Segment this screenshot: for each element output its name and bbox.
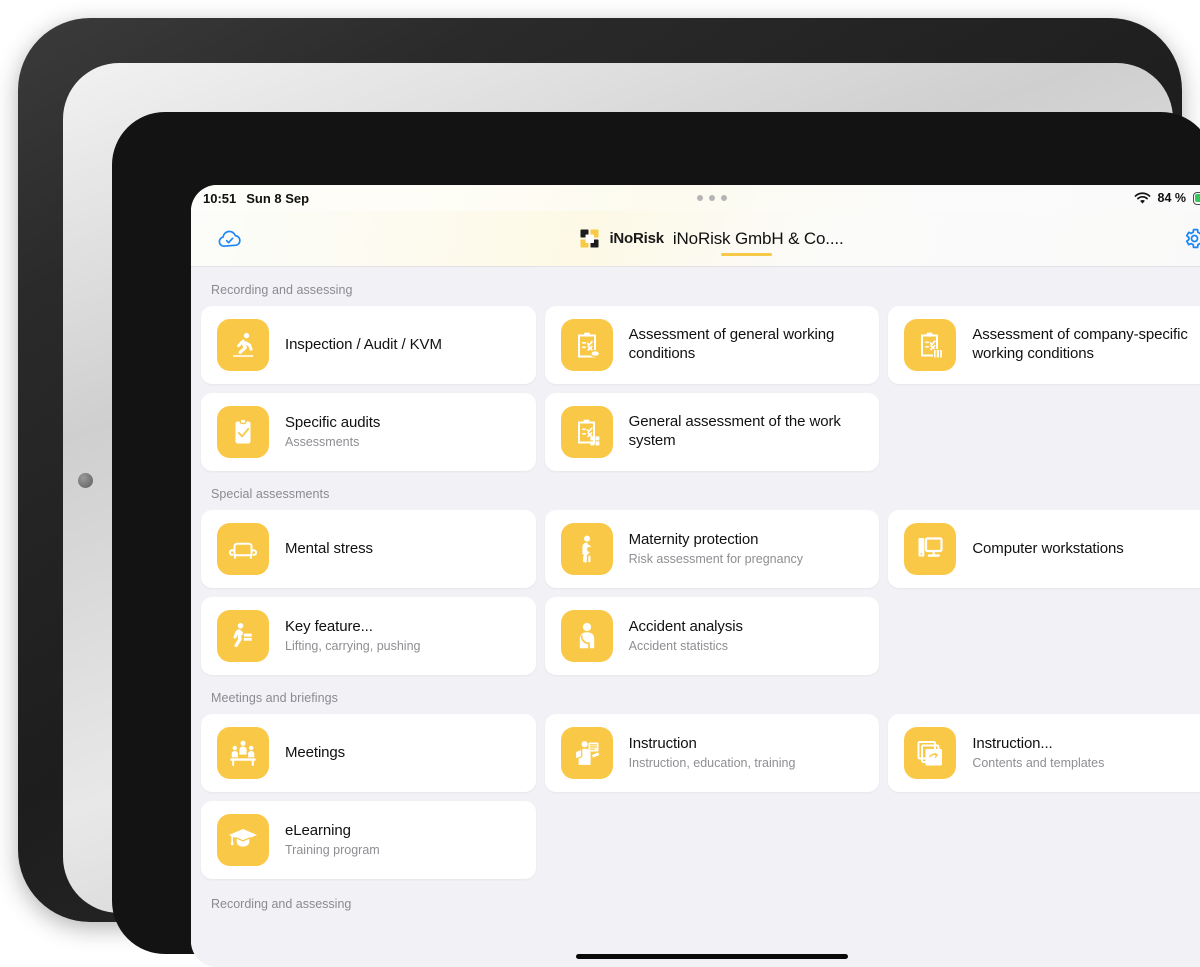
app-content-scroll[interactable]: Recording and assessing <box>191 267 1200 967</box>
card-subtitle: Risk assessment for pregnancy <box>629 551 803 567</box>
logo-wordmark: iNoRisk <box>609 230 663 247</box>
pregnant-person-icon <box>561 523 613 575</box>
card-text: Key feature... Lifting, carrying, pushin… <box>285 618 421 655</box>
card-title: Maternity protection <box>629 531 803 550</box>
card-assessment-company-specific-working-conditions[interactable]: Assessment of company-specific working c… <box>888 306 1200 384</box>
clipboard-check-grid-icon <box>561 406 613 458</box>
card-title: Assessment of company-specific working c… <box>972 326 1200 364</box>
tablet-rim: 10:51 Sun 8 Sep <box>63 63 1173 913</box>
card-key-feature[interactable]: Key feature... Lifting, carrying, pushin… <box>201 597 536 675</box>
tablet-bezel: 10:51 Sun 8 Sep <box>18 18 1182 922</box>
card-inspection-audit-kvm[interactable]: Inspection / Audit / KVM <box>201 306 536 384</box>
card-mental-stress[interactable]: Mental stress <box>201 510 536 588</box>
wifi-icon <box>1134 192 1151 205</box>
status-bar: 10:51 Sun 8 Sep <box>191 185 1200 211</box>
card-title: Inspection / Audit / KVM <box>285 336 442 355</box>
card-general-assessment-work-system[interactable]: General assessment of the work system <box>545 393 880 471</box>
stacked-documents-icon <box>904 727 956 779</box>
card-elearning[interactable]: eLearning Training program <box>201 801 536 879</box>
clipboard-check-building-icon <box>904 319 956 371</box>
card-text: Instruction... Contents and templates <box>972 735 1104 772</box>
card-text: Meetings <box>285 744 345 763</box>
people-at-table-icon <box>217 727 269 779</box>
card-computer-workstations[interactable]: Computer workstations <box>888 510 1200 588</box>
page-title: iNoRisk GmbH & Co.... <box>673 229 844 248</box>
clipboard-check-eraser-icon <box>561 319 613 371</box>
status-date: Sun 8 Sep <box>246 191 309 206</box>
section-title-recording: Recording and assessing <box>201 267 1200 306</box>
card-text: Accident analysis Accident statistics <box>629 618 743 655</box>
card-subtitle: Instruction, education, training <box>629 755 796 771</box>
card-title: General assessment of the work system <box>629 413 864 451</box>
status-bar-right: 84 % ⚡ <box>1134 191 1200 205</box>
section-title-meetings-briefings: Meetings and briefings <box>201 675 1200 714</box>
card-text: Inspection / Audit / KVM <box>285 336 442 355</box>
app-header: iNoRisk iNoRisk GmbH & Co.... <box>191 211 1200 267</box>
multitasking-dots-icon[interactable] <box>697 195 727 201</box>
desktop-monitor-icon <box>904 523 956 575</box>
card-subtitle: Accident statistics <box>629 638 743 654</box>
device-side-button[interactable] <box>78 473 93 488</box>
card-meetings[interactable]: Meetings <box>201 714 536 792</box>
card-maternity-protection[interactable]: Maternity protection Risk assessment for… <box>545 510 880 588</box>
card-specific-audits[interactable]: Specific audits Assessments <box>201 393 536 471</box>
tablet-inner-bezel: 10:51 Sun 8 Sep <box>112 112 1200 954</box>
card-accident-analysis[interactable]: Accident analysis Accident statistics <box>545 597 880 675</box>
section-grid-meetings-briefings: Meetings <box>201 714 1200 879</box>
card-text: Computer workstations <box>972 540 1123 559</box>
card-title: Mental stress <box>285 540 373 559</box>
section-title-footer-peek: Recording and assessing <box>201 879 1200 911</box>
card-assessment-general-working-conditions[interactable]: Assessment of general working conditions <box>545 306 880 384</box>
card-title: Accident analysis <box>629 618 743 637</box>
card-title: Computer workstations <box>972 540 1123 559</box>
page-title-wrap[interactable]: iNoRisk GmbH & Co.... <box>673 229 844 249</box>
card-text: Assessment of general working conditions <box>629 326 864 364</box>
home-indicator[interactable] <box>576 954 848 959</box>
section-title-special-assessments: Special assessments <box>201 471 1200 510</box>
device-stage: 10:51 Sun 8 Sep <box>0 0 1200 940</box>
graduation-cap-icon <box>217 814 269 866</box>
section-grid-recording: Inspection / Audit / KVM <box>201 306 1200 471</box>
battery-percent-label: 84 % <box>1158 191 1187 205</box>
card-text: Maternity protection Risk assessment for… <box>629 531 803 568</box>
card-title: Specific audits <box>285 414 380 433</box>
card-subtitle: Training program <box>285 842 380 858</box>
header-title-group: iNoRisk iNoRisk GmbH & Co.... <box>191 229 1200 249</box>
armchair-icon <box>217 523 269 575</box>
person-lifting-box-icon <box>217 610 269 662</box>
status-bar-center <box>191 185 1200 211</box>
inorisk-logo-icon <box>580 229 600 249</box>
card-subtitle: Lifting, carrying, pushing <box>285 638 421 654</box>
card-title: Assessment of general working conditions <box>629 326 864 364</box>
status-bar-left: 10:51 Sun 8 Sep <box>203 191 309 206</box>
card-text: General assessment of the work system <box>629 413 864 451</box>
status-time: 10:51 <box>203 191 236 206</box>
title-underline <box>721 253 772 256</box>
card-instruction[interactable]: Instruction Instruction, education, trai… <box>545 714 880 792</box>
card-title: Key feature... <box>285 618 421 637</box>
card-subtitle: Contents and templates <box>972 755 1104 771</box>
clipboard-tick-icon <box>217 406 269 458</box>
card-text: Instruction Instruction, education, trai… <box>629 735 796 772</box>
section-grid-special-assessments: Mental stress <box>201 510 1200 675</box>
injured-person-arm-sling-icon <box>561 610 613 662</box>
card-text: Specific audits Assessments <box>285 414 380 451</box>
card-subtitle: Assessments <box>285 434 380 450</box>
card-text: eLearning Training program <box>285 822 380 859</box>
running-person-icon <box>217 319 269 371</box>
card-text: Assessment of company-specific working c… <box>972 326 1200 364</box>
card-title: Instruction <box>629 735 796 754</box>
battery-charging-icon: ⚡ <box>1193 192 1200 205</box>
tablet-screen: 10:51 Sun 8 Sep <box>191 185 1200 967</box>
person-presenting-document-icon <box>561 727 613 779</box>
card-instruction-contents-templates[interactable]: Instruction... Contents and templates <box>888 714 1200 792</box>
card-title: Meetings <box>285 744 345 763</box>
card-title: eLearning <box>285 822 380 841</box>
card-title: Instruction... <box>972 735 1104 754</box>
card-text: Mental stress <box>285 540 373 559</box>
